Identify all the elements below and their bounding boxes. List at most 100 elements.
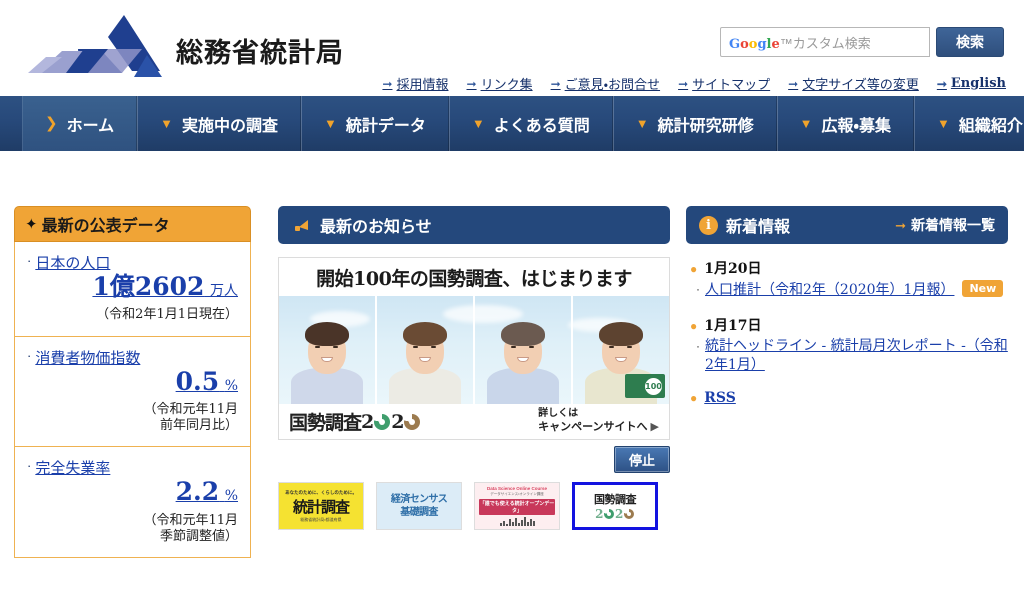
logo-text: 総務省統計局 — [176, 37, 344, 69]
site-logo[interactable]: 総務省統計局 — [22, 10, 352, 90]
megaphone-icon — [293, 220, 308, 231]
banner-cta-line2: キャンペーンサイトへ — [538, 420, 648, 433]
thumbnail-kokusei-chousa-2020[interactable]: 国勢調査 2 2 — [572, 482, 658, 530]
chevron-down-icon: ▼ — [937, 116, 950, 131]
news-banner-heading-label: 最新のお知らせ — [320, 219, 432, 236]
bullet-icon: ● — [690, 318, 698, 333]
thumb-top-text: あなたのために、くらしのために。 — [285, 489, 357, 495]
nav-item-organization[interactable]: ▼ 組織紹介 — [914, 96, 1024, 151]
news-link[interactable]: 人口推計（令和2年（2020年）1月報） — [705, 282, 954, 298]
new-info-heading: i 新着情報 ➞ 新着情報一覧 — [686, 206, 1008, 244]
play-triangle-icon: ▶ — [650, 420, 659, 433]
arrow-right-icon: ➞ — [788, 76, 799, 91]
thumbnail-data-science-course[interactable]: Data Science Online Course データサイエンス・オンライ… — [474, 482, 560, 530]
banner-logo: 国勢調査 2 2 — [289, 408, 421, 435]
news-date: 1月20日 — [704, 261, 762, 277]
stat-value[interactable]: 2.2 % — [27, 479, 238, 505]
arrow-right-icon: ➞ — [936, 76, 947, 91]
nav-item-research-training[interactable]: ▼ 統計研究研修 — [612, 96, 777, 151]
stat-number: 0.5 — [175, 366, 220, 396]
thumbnail-keizai-census[interactable]: 経済センサス 基礎調査 — [376, 482, 462, 530]
donut-zero-icon — [623, 509, 634, 519]
bullet-icon: · — [696, 282, 700, 296]
stat-title-link[interactable]: 完全失業率 — [35, 457, 110, 478]
nav-item-home[interactable]: ❯ ホーム — [22, 96, 138, 151]
stat-value[interactable]: 0.5 % — [27, 366, 238, 396]
stat-title-link[interactable]: 消費者物価指数 — [35, 347, 140, 368]
nav-item-label: 統計研究研修 — [657, 117, 754, 135]
latest-data-heading-label: 最新の公表データ — [41, 218, 170, 235]
thumb-bar-text: 「誰でも使える統計オープンデータ」 — [479, 499, 555, 515]
nav-item-label: ホーム — [66, 117, 115, 135]
thumb-chart-icon — [475, 517, 559, 526]
chevron-down-icon: ▼ — [635, 116, 649, 131]
utility-links: ➞ 採用情報 ➞ リンク集 ➞ ご意見・お問合せ ➞ サイトマップ ➞ 文字サイズ等の変更… — [382, 74, 1006, 93]
banner-year-digit: 2 — [361, 410, 374, 433]
news-date-row: ● 1月20日 — [690, 258, 1008, 278]
census-banner[interactable]: 開始100年の国勢調査、はじまります 100 国勢調査 2 2 詳しくは キャン… — [278, 257, 670, 440]
thumb-main-text: 統計調査 — [292, 497, 350, 516]
new-info-list-link[interactable]: ➞ 新着情報一覧 — [895, 215, 995, 235]
chevron-down-icon: ▼ — [471, 116, 485, 131]
banner-cta[interactable]: 詳しくは キャンペーンサイトへ ▶ — [538, 408, 659, 434]
arrow-right-icon: ➞ — [466, 76, 477, 91]
stat-title-link[interactable]: 日本の人口 — [35, 252, 110, 273]
util-link-textsize[interactable]: ➞ 文字サイズ等の変更 — [788, 74, 919, 93]
util-link-contact[interactable]: ➞ ご意見・お問合せ — [551, 74, 660, 93]
thumb-year-digit: 2 — [595, 507, 603, 521]
nav-item-faq[interactable]: ▼ よくある質問 — [448, 96, 613, 151]
news-banner-panel: 最新のお知らせ 開始100年の国勢調査、はじまります 100 国勢調査 2 2 … — [278, 206, 670, 530]
rss-link[interactable]: RSS — [704, 390, 736, 406]
stat-unit: % — [224, 488, 238, 505]
news-link-wrap: 人口推計（令和2年（2020年）1月報） New — [705, 280, 1004, 301]
nav-item-label: 組織紹介 — [958, 117, 1023, 135]
util-link-links[interactable]: ➞ リンク集 — [467, 74, 533, 93]
nav-item-label: 統計データ — [345, 117, 426, 135]
nav-item-pr-recruitment[interactable]: ▼ 広報・募集 — [776, 96, 914, 151]
news-link[interactable]: 統計ヘッドライン - 統計局月次レポート -（令和2年1月） — [705, 337, 1008, 376]
search-placeholder-rest: カスタム検索 — [792, 35, 871, 51]
stat-bureau-logo-icon — [28, 15, 162, 77]
arrow-right-icon: ➞ — [550, 76, 561, 91]
nav-item-label: よくある質問 — [493, 117, 590, 135]
news-banner-heading: 最新のお知らせ — [278, 206, 670, 244]
new-info-panel: i 新着情報 ➞ 新着情報一覧 ● 1月20日 · 人口推計（令和2年（2020… — [686, 206, 1008, 406]
util-link-label: 文字サイズ等の変更 — [802, 77, 919, 92]
stat-value[interactable]: 1億2602 万人 — [27, 273, 238, 300]
nav-item-statistics-data[interactable]: ▼ 統計データ — [301, 96, 449, 151]
nav-item-ongoing-surveys[interactable]: ▼ 実施中の調査 — [137, 96, 301, 151]
stat-title-row: · 消費者物価指数 — [27, 347, 238, 368]
search-placeholder: Google™カスタム検索 — [729, 35, 871, 52]
banner-cta-line2-wrap: キャンペーンサイトへ ▶ — [538, 421, 659, 435]
thumb-line1: 経済センサス — [390, 493, 448, 505]
stat-item-population: · 日本の人口 1億2602 万人 （令和2年1月1日現在） — [14, 242, 251, 337]
search-input[interactable]: Google™カスタム検索 — [720, 27, 930, 57]
main-navigation: ❯ ホーム ▼ 実施中の調査 ▼ 統計データ ▼ よくある質問 ▼ 統計研究研修… — [0, 96, 1024, 151]
thumb-year: 2 2 — [594, 507, 636, 521]
stat-item-cpi: · 消費者物価指数 0.5 % （令和元年11月 前年同月比） — [14, 336, 251, 448]
banner-cta-line1: 詳しくは — [538, 408, 579, 420]
bullet-icon: ● — [690, 390, 698, 405]
search-button[interactable]: 検索 — [936, 27, 1004, 57]
util-link-english[interactable]: ➞ English — [937, 76, 1006, 91]
news-date: 1月17日 — [704, 317, 762, 334]
status-badge-new: New — [962, 280, 1004, 297]
donut-zero-icon — [604, 509, 614, 519]
stop-button[interactable]: 停止 — [613, 446, 670, 473]
search-area: Google™カスタム検索 検索 — [720, 27, 1004, 57]
util-link-label: English — [950, 76, 1006, 91]
util-link-recruit[interactable]: ➞ 採用情報 — [382, 74, 448, 93]
stat-item-unemployment: · 完全失業率 2.2 % （令和元年11月 季節調整値） — [14, 447, 251, 558]
bullet-icon: · — [696, 338, 700, 353]
new-info-heading-label: 新着情報 — [726, 219, 791, 236]
banner-title: 開始100年の国勢調査、はじまります — [279, 258, 669, 296]
util-link-sitemap[interactable]: ➞ サイトマップ — [678, 74, 770, 93]
bullet-icon: · — [27, 458, 32, 474]
new-info-list: ● 1月20日 · 人口推計（令和2年（2020年）1月報） New ● 1月17… — [686, 258, 1008, 406]
thumbnail-toukei-chousa[interactable]: あなたのために、くらしのために。 統計調査 総務省統計局・都道府県 — [278, 482, 364, 530]
news-item: · 人口推計（令和2年（2020年）1月報） New — [696, 280, 1008, 301]
seal-100-label: 100 — [645, 377, 662, 395]
arrow-right-icon: ➞ — [895, 217, 906, 233]
thumb-main-text: 国勢調査 — [594, 493, 637, 506]
census-100th-seal: 100 — [625, 374, 665, 398]
